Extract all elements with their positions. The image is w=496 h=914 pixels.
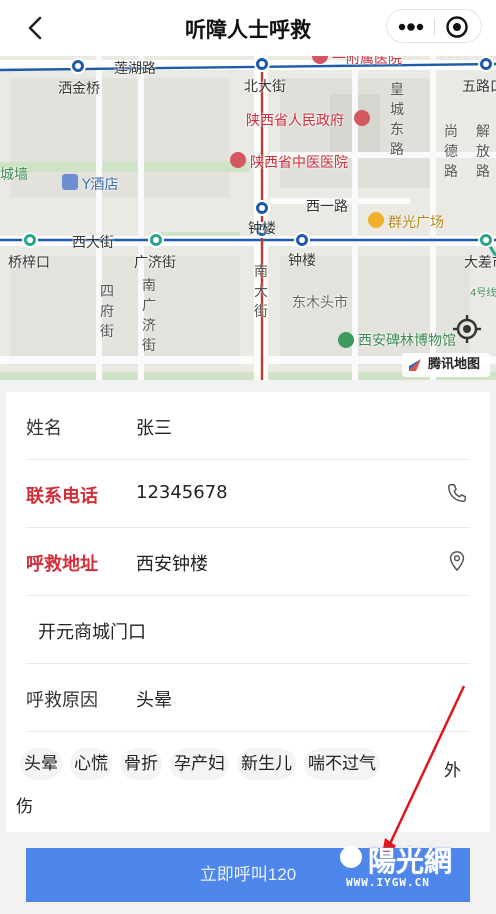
map-label: 桥梓口: [8, 255, 50, 271]
map-label: 皇城东路: [390, 82, 404, 158]
map-label: 陕西省中医医院: [250, 155, 348, 171]
map-logo: 腾讯地图: [402, 353, 490, 377]
call-120-button[interactable]: 立即呼叫120: [26, 848, 470, 902]
locate-icon[interactable]: [452, 314, 482, 344]
reason-tags: 头晕 心慌 骨折 孕产妇 新生儿 喘不过气: [20, 748, 482, 780]
more-dots-icon[interactable]: [397, 21, 425, 33]
map-label: 钟楼: [288, 253, 316, 269]
reason-input[interactable]: 头晕: [136, 686, 436, 712]
name-row: 姓名 张三: [6, 392, 490, 460]
metro-station-icon[interactable]: [294, 232, 310, 248]
hotel-poi-icon[interactable]: [62, 174, 78, 190]
phone-input[interactable]: 12345678: [136, 482, 436, 503]
reason-tag-part[interactable]: 外: [444, 756, 461, 781]
museum-poi-icon[interactable]: [338, 332, 354, 348]
metro-station-icon[interactable]: [478, 232, 494, 248]
map-label: 解放路: [476, 124, 490, 180]
reason-tag[interactable]: 头晕: [20, 748, 62, 780]
map-logo-text: 腾讯地图: [428, 357, 481, 372]
reason-row: 呼救原因 头晕: [6, 664, 490, 732]
map-label: 广济街: [134, 255, 176, 271]
map-label: 钟楼: [248, 221, 276, 237]
location-pin-icon[interactable]: [446, 550, 468, 572]
phone-icon[interactable]: [446, 482, 468, 504]
address-detail-input[interactable]: 开元商城门口: [38, 618, 338, 644]
map-label: 四府街: [100, 284, 114, 340]
capsule-divider: [434, 18, 435, 36]
nav-bar: 听障人士呼救: [0, 0, 496, 56]
address-row: 呼救地址 西安钟楼: [6, 528, 490, 596]
map-label: 西一路: [306, 199, 348, 215]
address-label: 呼救地址: [26, 554, 98, 575]
reason-tag[interactable]: 孕产妇: [170, 748, 229, 780]
metro-station-icon[interactable]: [254, 56, 270, 72]
map-label: 莲湖路: [114, 61, 156, 77]
map-label: Y酒店: [82, 177, 119, 193]
map-label: 城墙: [0, 167, 28, 183]
map-label: 北大街: [244, 79, 286, 95]
name-input[interactable]: 张三: [136, 414, 436, 440]
metro-station-icon[interactable]: [254, 200, 270, 216]
metro-station-icon[interactable]: [478, 56, 494, 72]
map-label: 东木头市: [292, 295, 348, 311]
reason-tag-part[interactable]: 伤: [16, 792, 33, 817]
map-label: 群光广场: [388, 215, 444, 231]
map-view[interactable]: 莲湖路 一附属医院 洒金桥 北大街 五路口 皇城东路 尚德路 解放路 陕西省人民…: [0, 56, 496, 380]
map-label: 大差市: [464, 255, 496, 271]
map-label: 洒金桥: [58, 81, 100, 97]
name-label: 姓名: [26, 418, 62, 439]
hospital-poi-icon[interactable]: [230, 152, 246, 168]
sos-form: 姓名 张三 联系电话 12345678 呼救地址 西安钟楼 开元商城门口 呼救原…: [6, 392, 490, 832]
map-label: 南大街: [254, 264, 268, 320]
phone-label: 联系电话: [26, 486, 98, 507]
map-label: 一附属医院: [332, 56, 402, 67]
map-label: 尚德路: [444, 124, 458, 180]
map-label: 南广济街: [142, 278, 156, 354]
plaza-poi-icon[interactable]: [368, 212, 384, 228]
metro-station-icon[interactable]: [70, 58, 86, 74]
close-target-icon[interactable]: [445, 15, 469, 39]
compass-icon: [409, 359, 421, 371]
reason-tag[interactable]: 新生儿: [237, 748, 296, 780]
reason-tag[interactable]: 心慌: [70, 748, 112, 780]
map-label: 五路口: [462, 79, 496, 95]
map-label: 西大街: [72, 235, 114, 251]
reason-tag[interactable]: 喘不过气: [304, 748, 380, 780]
map-label: 陕西省人民政府: [246, 113, 344, 129]
map-label: 西安碑林博物馆: [358, 333, 456, 349]
address-detail-row: 开元商城门口: [6, 596, 490, 664]
metro-station-icon[interactable]: [148, 232, 164, 248]
reason-label: 呼救原因: [26, 690, 98, 711]
map-label: 4号线: [470, 288, 496, 299]
reason-tag[interactable]: 骨折: [120, 748, 162, 780]
address-input[interactable]: 西安钟楼: [136, 550, 436, 576]
metro-station-icon[interactable]: [22, 232, 38, 248]
mini-program-capsule: [386, 9, 482, 43]
government-poi-icon[interactable]: [354, 110, 370, 126]
phone-row: 联系电话 12345678: [6, 460, 490, 528]
divider: [26, 731, 470, 732]
